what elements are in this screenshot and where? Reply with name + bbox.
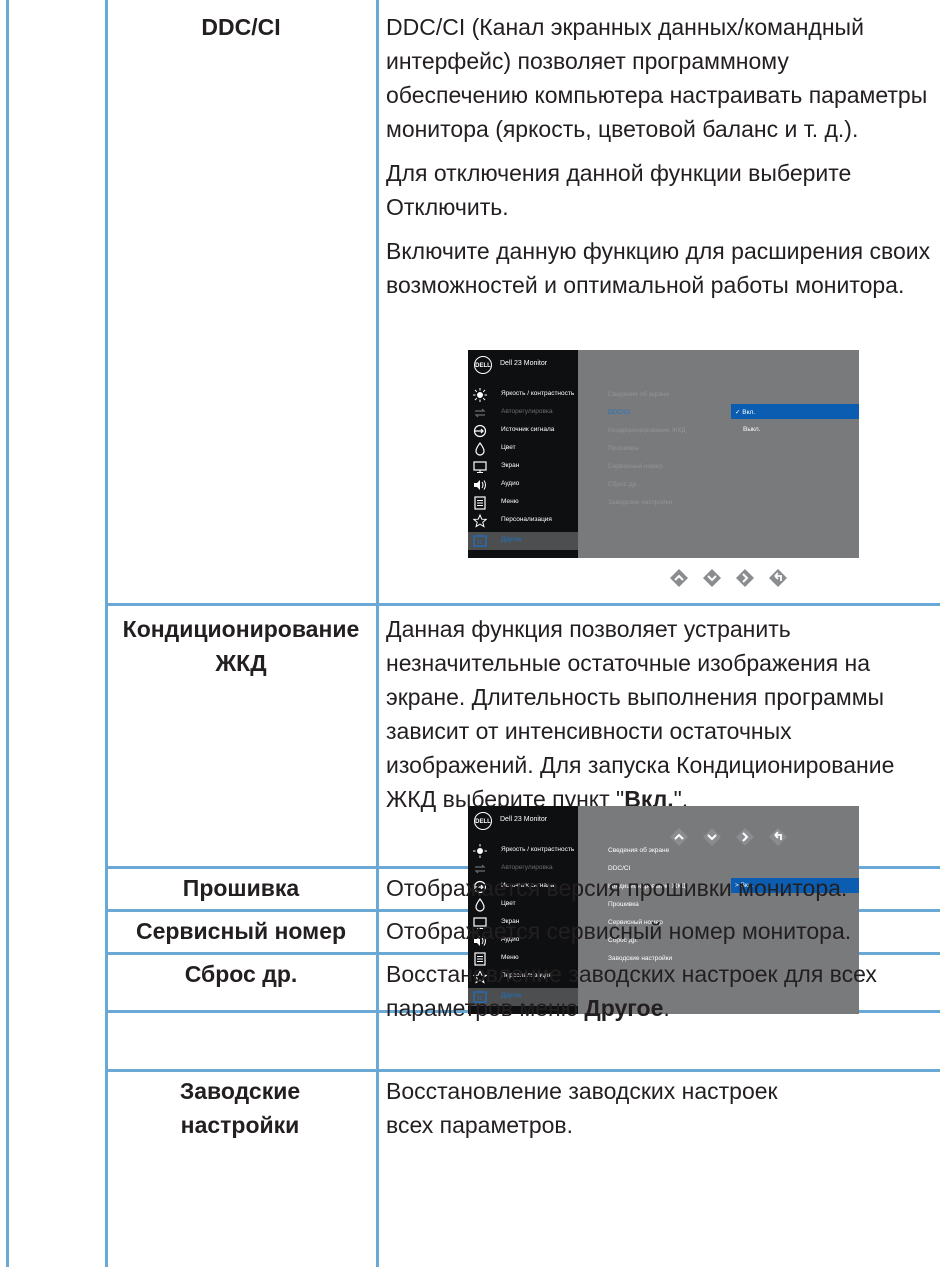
row-label-ddcci: DDC/CI (201, 14, 281, 40)
osd-menu-label: Авторегулировка (501, 408, 553, 415)
osd-sub-item: Сервисный номер (608, 463, 663, 470)
osd-menu-menu[interactable]: Меню (468, 494, 578, 512)
row-body-firmware: Отображается версия прошивки монитора. (386, 875, 848, 901)
row-divider (106, 603, 940, 606)
dell-logo: DELL (474, 356, 492, 374)
row-divider (106, 1069, 940, 1072)
osd-menu-audio[interactable]: Аудио (468, 476, 578, 494)
brightness-icon (473, 844, 487, 858)
osd-menu-brightness[interactable]: Яркость / контрастность (468, 386, 578, 404)
grid-middle (376, 0, 379, 1267)
osd-menu-label: Цвет (501, 444, 516, 451)
body-text: Данная функция позволяет устранить незна… (386, 616, 895, 812)
osd-menu-ddcci: DELL Dell 23 Monitor Яркость / контрастн… (468, 350, 859, 558)
osd-menu-label: Персонализация (501, 516, 552, 523)
other-icon: i↕ (473, 535, 487, 547)
brightness-icon (473, 388, 487, 402)
osd-menu-color[interactable]: Цвет (468, 440, 578, 458)
osd-title: Dell 23 Monitor (500, 360, 548, 367)
osd-option-off[interactable]: Выкл. (743, 426, 761, 433)
row-body-ddcci: DDC/CI (Канал экранных данных/командный … (386, 10, 936, 312)
color-icon (475, 442, 485, 456)
osd-menu-auto-adjust[interactable]: Авторегулировка (468, 404, 578, 422)
back-icon[interactable] (768, 568, 788, 588)
svg-text:i↕: i↕ (477, 539, 482, 546)
paragraph: Включите данную функцию для расширения с… (386, 238, 931, 298)
paragraph: Для отключения данной функции выберите О… (386, 160, 852, 220)
osd-menu-label: Аудио (501, 480, 520, 487)
body-bold: Другое (584, 995, 664, 1021)
back-icon[interactable] (768, 827, 788, 847)
osd-menu-label: Экран (501, 462, 520, 469)
row-body-other-reset: Восстановление заводских настроек для вс… (386, 957, 936, 1025)
osd-sub-item: DDC/CI (608, 409, 631, 416)
osd-menu-label: Другое (501, 536, 522, 543)
osd-menu-brightness[interactable]: Яркость / контрастность (468, 842, 578, 860)
osd-sub-item: Сведения об экране (608, 391, 670, 398)
osd-sub-item: Кондиционирование ЖКД (608, 427, 686, 434)
osd-sub-item: Сброс др. (608, 481, 638, 488)
osd-menu-display[interactable]: Экран (468, 458, 578, 476)
dell-logo: DELL (474, 812, 492, 830)
row-label-factory-reset: Заводские настройки (179, 1078, 301, 1138)
osd-menu-other[interactable]: i↕ Другое (468, 532, 578, 550)
osd-menu-personalize[interactable]: Персонализация (468, 512, 578, 530)
row-body-service-tag: Отображается сервисный номер монитора. (386, 918, 852, 944)
menu-icon (474, 496, 486, 510)
row-label-firmware: Прошивка (182, 875, 300, 901)
osd-menu-label: Яркость / контрастность (501, 390, 575, 397)
grid-left-inner (105, 0, 108, 1267)
osd-menu-label: Источник сигнала (501, 426, 555, 433)
row-body-factory-reset: Восстановление заводских настроек всех п… (386, 1078, 778, 1138)
row-label-service-tag: Сервисный номер (135, 918, 347, 944)
audio-icon (474, 480, 486, 490)
row-label-lcd-conditioning: Кондиционирование ЖКД (122, 616, 360, 676)
up-arrow-icon[interactable] (669, 568, 689, 588)
grid-left-outer (6, 0, 9, 1267)
osd-option-on[interactable]: ✓ Вкл. (735, 408, 755, 416)
osd-menu-label: Авторегулировка (501, 864, 553, 871)
osd-title: Dell 23 Monitor (500, 816, 548, 823)
osd-sub-item: Прошивка (608, 445, 639, 452)
row-label-other-reset: Сброс др. (184, 961, 298, 987)
right-arrow-icon[interactable] (735, 568, 755, 588)
up-arrow-icon[interactable] (669, 827, 689, 847)
body-text: . (663, 995, 670, 1021)
input-source-icon (473, 424, 487, 438)
auto-adjust-icon (474, 408, 486, 418)
row-body-lcd-conditioning: Данная функция позволяет устранить незна… (386, 612, 936, 816)
down-arrow-icon[interactable] (702, 827, 722, 847)
osd-sub-item: Сведения об экране (608, 847, 670, 854)
star-icon (473, 514, 487, 528)
display-icon (473, 461, 487, 473)
osd-sub-item: Заводские настройки (608, 499, 673, 506)
osd-menu-label: Яркость / контрастность (501, 846, 575, 853)
right-arrow-icon[interactable] (735, 827, 755, 847)
paragraph: DDC/CI (Канал экранных данных/командный … (386, 14, 928, 142)
osd-menu-input-source[interactable]: Источник сигнала (468, 422, 578, 440)
osd-menu-label: Меню (501, 498, 519, 505)
down-arrow-icon[interactable] (702, 568, 722, 588)
